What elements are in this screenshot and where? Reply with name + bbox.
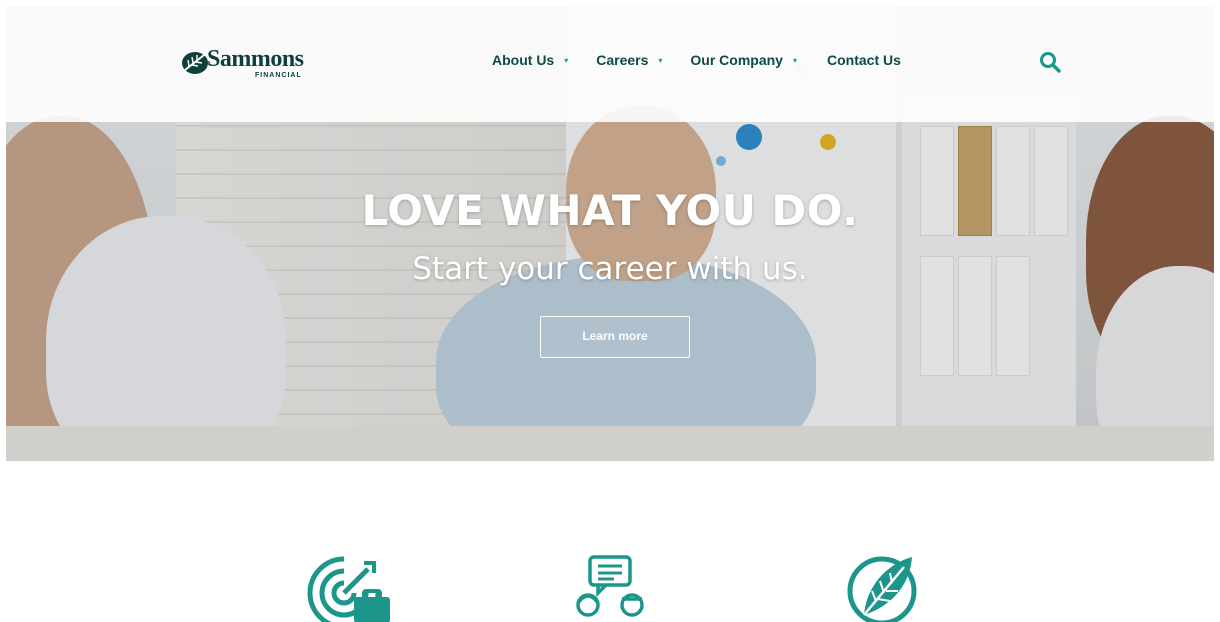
nav-careers[interactable]: Careers ▾: [596, 52, 662, 68]
nav-our-company-label: Our Company: [690, 52, 783, 68]
logo-subtext: FINANCIAL: [255, 72, 302, 79]
hero-subtitle: Start your career with us.: [412, 251, 808, 287]
learn-more-button[interactable]: Learn more: [540, 316, 690, 358]
site-header: Sammons FINANCIAL About Us ▾ Careers ▾ O…: [6, 6, 1214, 122]
logo-wordmark: Sammons: [207, 46, 304, 72]
hero-title: LOVE WHAT YOU DO.: [361, 186, 859, 235]
nav-our-company[interactable]: Our Company ▾: [690, 52, 797, 68]
nav-about-us[interactable]: About Us ▾: [492, 52, 568, 68]
target-briefcase-icon: [307, 556, 390, 622]
leaf-logo-icon: [182, 52, 208, 74]
logo[interactable]: Sammons FINANCIAL: [180, 46, 330, 84]
nav-contact-us[interactable]: Contact Us: [827, 52, 901, 68]
nav-contact-us-label: Contact Us: [827, 52, 901, 68]
search-icon[interactable]: [1038, 50, 1062, 74]
chevron-down-icon: ▾: [792, 55, 797, 65]
nav-about-us-label: About Us: [492, 52, 555, 68]
main-nav: About Us ▾ Careers ▾ Our Company ▾ Conta…: [492, 52, 929, 68]
nav-careers-label: Careers: [596, 52, 649, 68]
chevron-down-icon: ▾: [658, 55, 663, 65]
leaf-badge-icon: [847, 556, 917, 622]
people-conversation-icon: [576, 555, 644, 617]
chevron-down-icon: ▾: [564, 55, 569, 65]
